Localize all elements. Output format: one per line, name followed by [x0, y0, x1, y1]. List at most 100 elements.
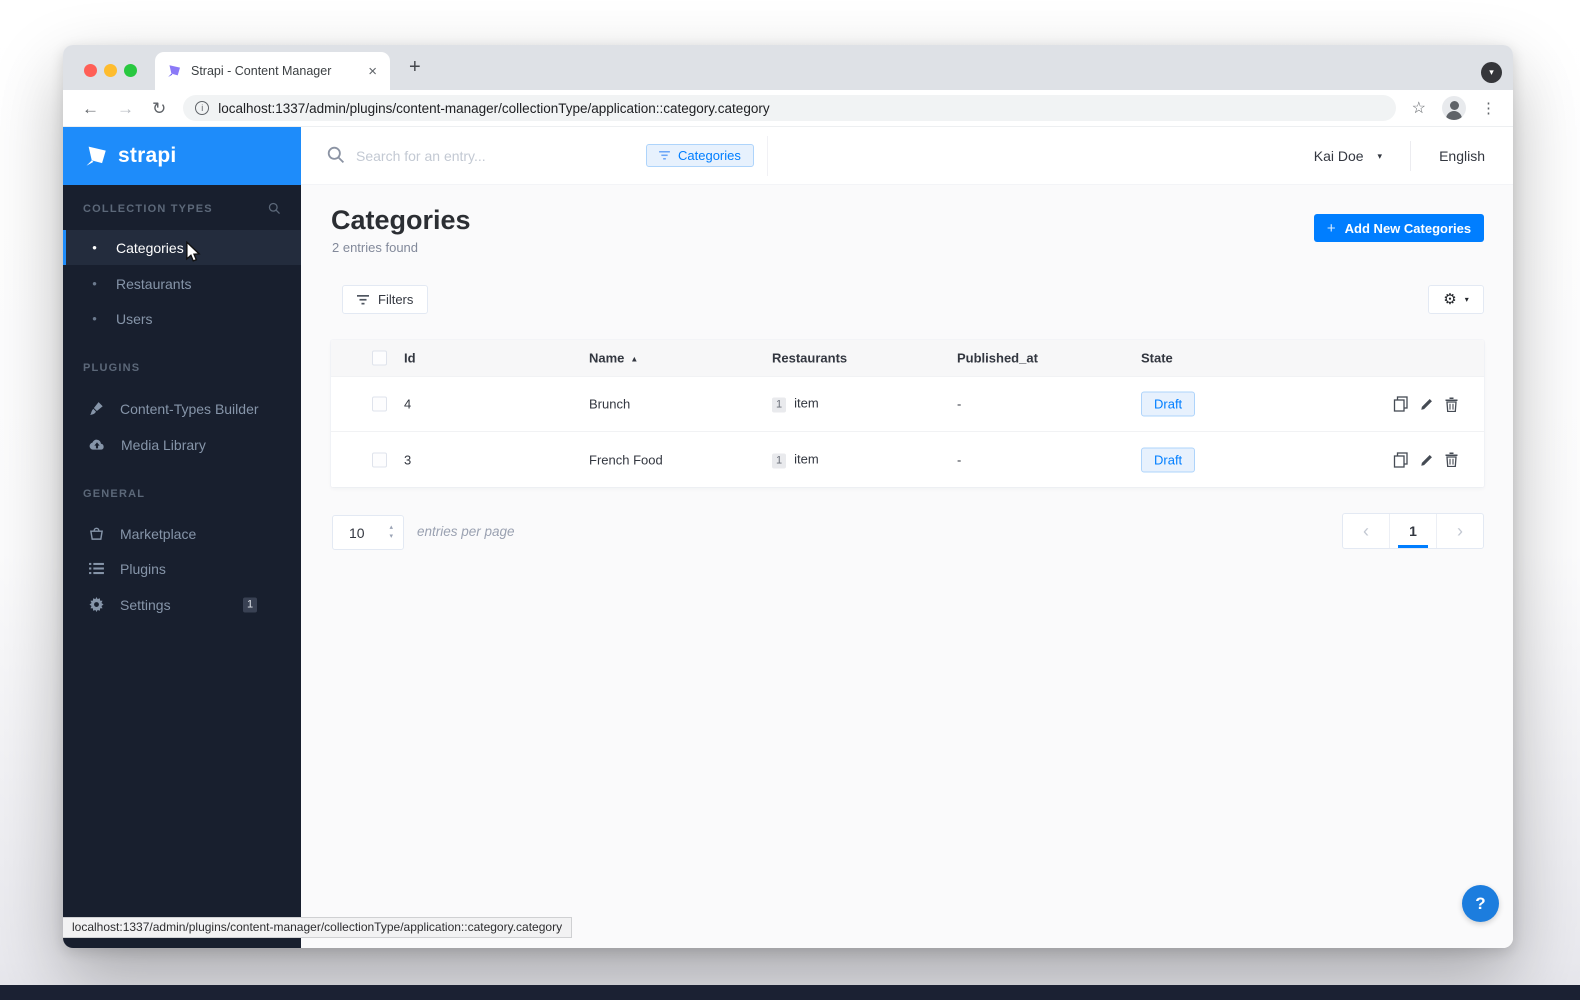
cell-restaurants: 1 item [772, 396, 819, 413]
search-input[interactable] [356, 143, 606, 169]
strapi-logo-icon [86, 146, 106, 166]
page-size-value: 10 [349, 525, 365, 541]
sidebar-item-label: Settings [120, 596, 171, 613]
entries-per-page-label: entries per page [417, 524, 515, 539]
filter-chip-categories[interactable]: Categories [646, 144, 754, 167]
tab-search-button[interactable]: ▾ [1481, 62, 1502, 83]
section-label: GENERAL [83, 488, 146, 500]
chevron-down-icon: ▾ [1464, 295, 1469, 304]
desktop-bottom-bar [0, 985, 1580, 1000]
entries-count: 2 entries found [332, 240, 419, 255]
tab-strip: Strapi - Content Manager × + ▾ [63, 45, 1513, 90]
table-row[interactable]: 4 Brunch 1 item - Draft [331, 377, 1484, 432]
filters-button[interactable]: Filters [342, 285, 429, 314]
section-plugins: PLUGINS [63, 362, 301, 374]
sort-asc-icon: ▲ [630, 354, 639, 364]
cell-restaurants: 1 item [772, 451, 819, 468]
zoom-window-button[interactable] [124, 64, 137, 77]
cell-published-at: - [957, 396, 962, 412]
delete-trash-icon[interactable] [1445, 452, 1458, 467]
main-content: Categories 2 entries found + Add New Cat… [301, 185, 1513, 948]
prev-page-button[interactable]: ‹ [1343, 514, 1389, 548]
bookmark-star-icon[interactable]: ☆ [1412, 98, 1426, 118]
gear-icon [89, 597, 104, 612]
browser-tab[interactable]: Strapi - Content Manager × [155, 52, 390, 90]
sidebar-item-label: Users [116, 310, 153, 327]
table-header-row: Id Name ▲ Restaurants Published_at State [331, 340, 1484, 377]
duplicate-icon[interactable] [1393, 451, 1409, 468]
sidebar-search-icon[interactable] [268, 202, 281, 215]
column-header-state[interactable]: State [1141, 351, 1173, 366]
filter-icon [659, 151, 670, 160]
page-info-icon[interactable]: i [195, 101, 210, 115]
browser-menu-icon[interactable]: ⋮ [1481, 99, 1496, 117]
section-label: COLLECTION TYPES [83, 202, 213, 215]
new-tab-button[interactable]: + [409, 56, 421, 79]
bullet-icon: • [92, 240, 97, 255]
select-all-checkbox[interactable] [372, 350, 387, 366]
shopping-basket-icon [90, 527, 103, 540]
chevron-left-icon: ‹ [1363, 521, 1369, 541]
duplicate-icon[interactable] [1393, 396, 1409, 412]
sidebar-item-label: Media Library [121, 436, 206, 453]
section-general: GENERAL [63, 488, 301, 500]
url-bar[interactable]: i localhost:1337/admin/plugins/content-m… [183, 95, 1396, 121]
forward-icon[interactable]: → [117, 100, 134, 117]
pagination: ‹ 1 › [1342, 513, 1484, 549]
column-header-published-at[interactable]: Published_at [957, 351, 1038, 366]
header-divider [767, 136, 768, 176]
user-menu[interactable]: Kai Doe [1314, 148, 1364, 164]
active-page-underline [1398, 545, 1428, 548]
column-header-name[interactable]: Name ▲ [589, 351, 638, 366]
strapi-logo[interactable]: strapi [63, 127, 301, 185]
desktop: Strapi - Content Manager × + ▾ ← → ↻ i l… [0, 0, 1580, 1000]
delete-trash-icon[interactable] [1445, 397, 1458, 412]
column-header-id[interactable]: Id [404, 351, 416, 366]
list-icon [89, 562, 104, 575]
sidebar-item-users[interactable]: • Users [63, 301, 301, 336]
sidebar-item-content-types-builder[interactable]: Content-Types Builder [63, 391, 301, 426]
cell-id: 3 [404, 452, 412, 467]
browser-profile-avatar[interactable] [1442, 96, 1466, 120]
table-settings-button[interactable]: ⚙ ▾ [1428, 285, 1484, 314]
page-size-select[interactable]: 10 ▴ ▾ [332, 515, 404, 550]
back-icon[interactable]: ← [82, 100, 99, 117]
sidebar-item-marketplace[interactable]: Marketplace [63, 516, 301, 551]
entries-table: Id Name ▲ Restaurants Published_at State … [331, 340, 1484, 487]
help-button[interactable]: ? [1462, 885, 1499, 922]
close-window-button[interactable] [84, 64, 97, 77]
table-row[interactable]: 3 French Food 1 item - Draft [331, 432, 1484, 487]
sidebar-item-plugins[interactable]: Plugins [63, 551, 301, 586]
sidebar-item-categories[interactable]: • Categories [63, 230, 301, 265]
paint-brush-icon [90, 402, 103, 415]
edit-pencil-icon[interactable] [1420, 397, 1434, 411]
column-header-restaurants[interactable]: Restaurants [772, 351, 847, 366]
chevron-right-icon: › [1457, 521, 1463, 541]
chevron-down-icon[interactable]: ▾ [1378, 151, 1383, 162]
page-1-button[interactable]: 1 [1389, 514, 1436, 548]
language-selector[interactable]: English [1439, 148, 1485, 164]
browser-toolbar: ← → ↻ i localhost:1337/admin/plugins/con… [63, 90, 1513, 127]
filter-icon [357, 294, 369, 304]
minimize-window-button[interactable] [104, 64, 117, 77]
sidebar-item-restaurants[interactable]: • Restaurants [63, 266, 301, 301]
sidebar-item-settings[interactable]: Settings 1 [63, 587, 301, 622]
search-icon [327, 146, 345, 164]
edit-pencil-icon[interactable] [1420, 453, 1434, 467]
admin-header: Categories Kai Doe ▾ English [301, 127, 1513, 185]
stepper-icon[interactable]: ▴ ▾ [389, 524, 393, 541]
reload-icon[interactable]: ↻ [152, 100, 166, 117]
strapi-favicon-icon [168, 65, 180, 77]
strapi-logo-text: strapi [118, 144, 177, 167]
settings-badge: 1 [243, 597, 258, 612]
add-new-categories-button[interactable]: + Add New Categories [1314, 214, 1484, 242]
next-page-button[interactable]: › [1436, 514, 1483, 548]
sidebar: strapi COLLECTION TYPES • Categories • R… [63, 127, 301, 948]
sidebar-item-media-library[interactable]: Media Library [63, 427, 301, 462]
row-checkbox[interactable] [372, 396, 387, 412]
row-checkbox[interactable] [372, 452, 387, 467]
header-divider [1410, 141, 1412, 171]
section-collection-types: COLLECTION TYPES [63, 202, 301, 215]
tab-close-icon[interactable]: × [366, 63, 379, 80]
gear-icon: ⚙ [1443, 291, 1457, 308]
